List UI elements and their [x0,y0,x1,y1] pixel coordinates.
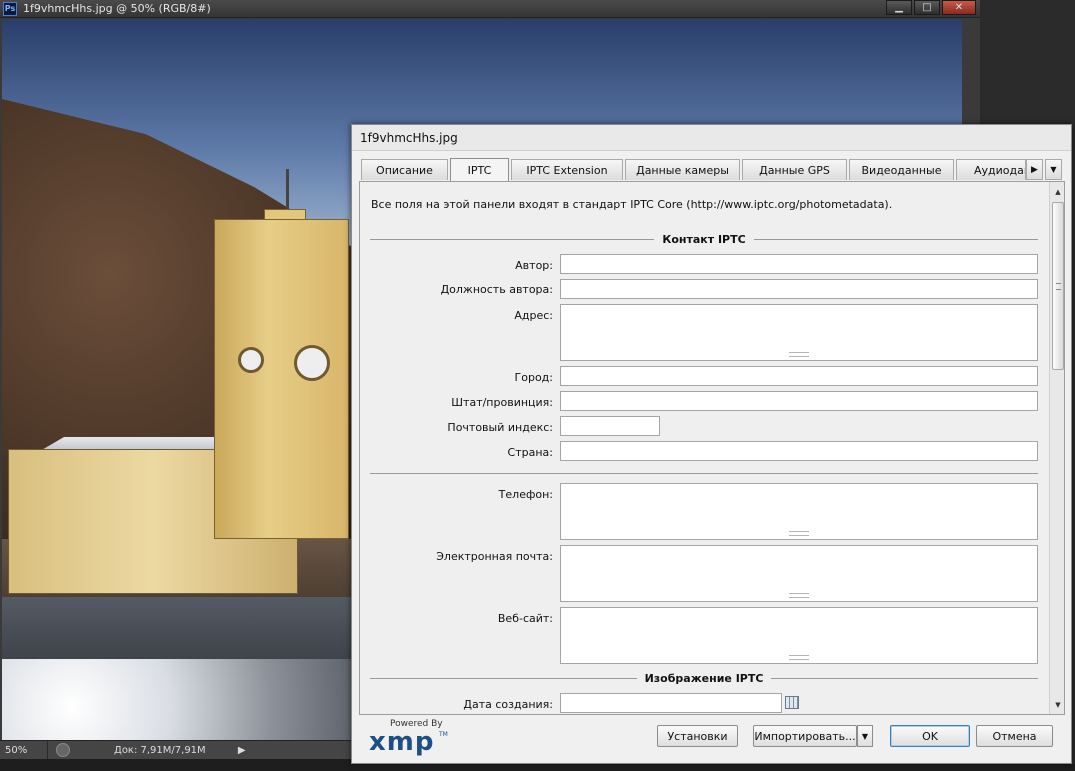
tab-description[interactable]: Описание [361,159,448,180]
tab-menu-icon[interactable]: ▼ [1045,159,1062,180]
scrollbar-thumb[interactable] [1052,202,1064,370]
photo-wall [2,597,352,667]
scroll-down-icon[interactable]: ▼ [1051,697,1064,712]
photo-clock-right [294,345,330,381]
phone-field[interactable] [560,483,1038,540]
document-title: 1f9vhmcHhs.jpg @ 50% (RGB/8#) [23,2,211,15]
minimize-button[interactable]: ▁ [886,0,912,15]
panel-scrollbar[interactable]: ▲ ▼ [1049,182,1064,714]
address-label: Адрес: [514,309,553,322]
doc-size-info[interactable]: Док: 7,91M/7,91M [114,745,206,756]
city-field[interactable] [560,366,1038,386]
photoshop-icon: Ps [3,1,17,16]
photo-clock-left [238,347,264,373]
ok-button[interactable]: OK [890,725,970,747]
author-field[interactable] [560,254,1038,274]
phone-label: Телефон: [498,488,553,501]
country-field[interactable] [560,441,1038,461]
section-contact: Контакт IPTC [370,231,1039,247]
iptc-panel: Все поля на этой панели входят в стандар… [359,181,1065,715]
author-title-label: Должность автора: [440,283,553,296]
date-created-field[interactable] [560,693,782,713]
postal-label: Почтовый индекс: [447,421,553,434]
panel-intro: Все поля на этой панели входят в стандар… [371,198,893,211]
settings-button[interactable]: Установки [657,725,738,747]
xmp-wordmark: xmp [369,727,435,757]
website-field[interactable] [560,607,1038,664]
tab-camera-data[interactable]: Данные камеры [625,159,740,180]
country-label: Страна: [507,446,553,459]
photo-clock-tower [214,219,349,539]
email-label: Электронная почта: [436,550,553,563]
tab-iptc[interactable]: IPTC [450,158,509,181]
file-info-dialog: 1f9vhmcHhs.jpg Описание IPTC IPTC Extens… [351,124,1072,764]
scroll-up-icon[interactable]: ▲ [1051,184,1064,199]
window-controls: ▁ □ ✕ [886,0,976,15]
zoom-level[interactable]: 50% [0,741,48,759]
import-button[interactable]: Импортировать... [753,725,857,747]
author-title-field[interactable] [560,279,1038,299]
website-label: Веб-сайт: [497,612,553,625]
import-dropdown-icon[interactable]: ▼ [857,725,873,747]
document-titlebar[interactable]: Ps 1f9vhmcHhs.jpg @ 50% (RGB/8#) ▁ □ ✕ [0,0,980,18]
tab-video-data[interactable]: Видеоданные [849,159,954,180]
email-field[interactable] [560,545,1038,602]
status-menu-arrow-icon[interactable]: ▶ [236,742,248,759]
xmp-logo: Powered By xmp TM [369,719,459,759]
dialog-title[interactable]: 1f9vhmcHhs.jpg [352,125,1071,151]
section-contact-label: Контакт IPTC [662,232,746,246]
date-created-label: Дата создания: [463,698,553,711]
tab-gps-data[interactable]: Данные GPS [742,159,847,180]
tab-bar: Описание IPTC IPTC Extension Данные каме… [361,158,1065,181]
close-button[interactable]: ✕ [942,0,976,15]
address-field[interactable] [560,304,1038,361]
section-image: Изображение IPTC [370,670,1038,686]
calendar-icon[interactable] [785,696,799,709]
city-label: Город: [514,371,553,384]
photo-snow [2,659,352,740]
author-label: Автор: [515,259,553,272]
scrollbar-grip [1056,283,1061,290]
section-image-label: Изображение IPTC [644,671,764,685]
tab-iptc-extension[interactable]: IPTC Extension [511,159,623,180]
tab-audio-data[interactable]: Аудиодан [956,159,1026,180]
cancel-button[interactable]: Отмена [976,725,1053,747]
section-divider [370,473,1038,474]
state-field[interactable] [560,391,1038,411]
info-icon[interactable] [56,743,70,757]
tab-scroll-right-icon[interactable]: ▶ [1026,159,1043,180]
maximize-button[interactable]: □ [914,0,940,15]
state-label: Штат/провинция: [451,396,553,409]
xmp-trademark: TM [439,731,448,738]
postal-field[interactable] [560,416,660,436]
